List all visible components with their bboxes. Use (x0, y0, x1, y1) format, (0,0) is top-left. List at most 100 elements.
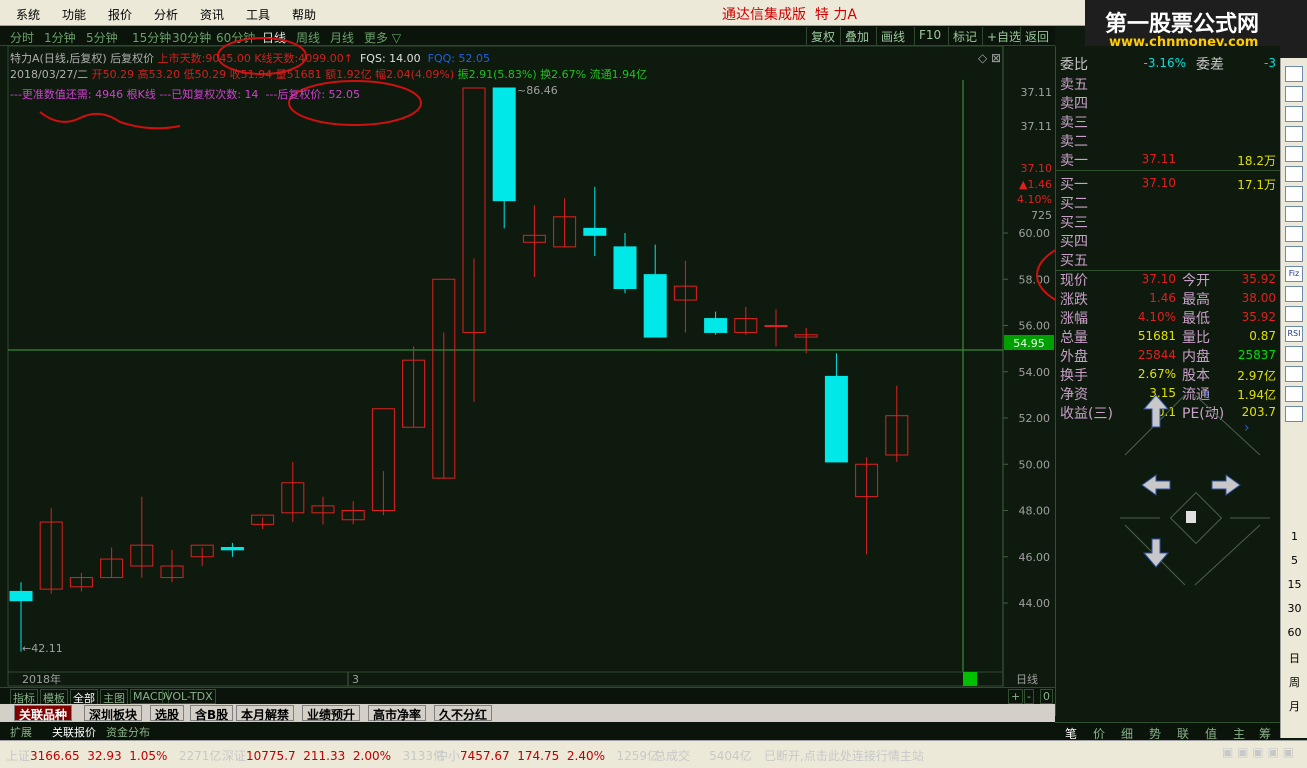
f5-icon[interactable] (1285, 386, 1303, 402)
right-label-2: 37.11 (1021, 120, 1053, 133)
menu-function[interactable]: 功能 (62, 6, 86, 23)
chart-icon[interactable] (1285, 66, 1303, 82)
sell-price[interactable]: 37.11 (1126, 152, 1176, 166)
back-button[interactable]: 返回 (1020, 27, 1053, 45)
wave-icon[interactable] (1285, 366, 1303, 382)
candle (311, 496, 335, 525)
period-shortcut[interactable]: 15 (1281, 578, 1307, 591)
candle-icon[interactable] (1285, 106, 1303, 122)
status-bar: 上证3166.65 32.93 1.05% 2271亿 深证10775.7 21… (0, 740, 1307, 768)
add-favorite-button[interactable]: +自选 (982, 27, 1025, 45)
sz-index[interactable]: 深证10775.7 211.33 2.00% 3133亿 (222, 747, 445, 764)
period-monthly[interactable]: 月线 (330, 29, 354, 46)
right-label-change: ▲1.46 (1019, 178, 1052, 191)
percent-icon[interactable] (1285, 346, 1303, 362)
candle-body (673, 285, 697, 301)
menu-analysis[interactable]: 分析 (154, 6, 178, 23)
y-tick-label: 52.00 (1019, 412, 1051, 425)
fin-icon[interactable] (1285, 226, 1303, 242)
menu-info[interactable]: 资讯 (200, 6, 224, 23)
candle-body (824, 375, 848, 463)
tab-vol[interactable]: VOL-TDX (162, 689, 216, 704)
period-shortcut[interactable]: 日 (1281, 650, 1307, 666)
candle (553, 198, 577, 248)
period-shortcut[interactable]: 周 (1281, 674, 1307, 690)
tab-related[interactable]: 关联品种 (14, 705, 73, 722)
buy-price[interactable]: 37.10 (1126, 176, 1176, 190)
stat-label: 涨跌 (1060, 292, 1088, 308)
period-daily[interactable]: 日线 (262, 29, 286, 46)
f_s-icon[interactable] (1285, 286, 1303, 302)
left-arrow-icon[interactable] (1141, 474, 1171, 496)
stat-label: 量比 (1182, 330, 1210, 346)
list-icon[interactable] (1285, 186, 1303, 202)
candle (100, 547, 124, 579)
draw-button[interactable]: 画线 (876, 27, 909, 45)
status-icons[interactable]: ▣ ▣ ▣ ▣ ▣ (1222, 745, 1294, 759)
right-arrow-icon[interactable] (1211, 474, 1241, 496)
menu-quote[interactable]: 报价 (108, 6, 132, 23)
tab-sz-sector[interactable]: 深圳板块 (84, 705, 143, 722)
down-arrow-icon[interactable] (1142, 538, 1170, 568)
tab-fund-flow[interactable]: 资金分布 (106, 724, 150, 740)
stat-value: 2.67% (1137, 367, 1176, 381)
candle (643, 244, 667, 338)
tab-unlock[interactable]: 本月解禁 (236, 705, 295, 722)
tab-extend[interactable]: 扩展 (10, 724, 32, 740)
mark-button[interactable]: 标记 (948, 27, 981, 45)
right-label-725: 725 (1031, 209, 1052, 222)
rsi-icon[interactable]: RSI (1285, 326, 1303, 342)
zoom-out-button[interactable]: - (1024, 689, 1034, 704)
bar-icon[interactable] (1285, 86, 1303, 102)
circle-icon[interactable] (1285, 306, 1303, 322)
center-icon[interactable] (1186, 511, 1196, 523)
period-5min[interactable]: 5分钟 (86, 29, 118, 46)
period-shortcut[interactable]: 60 (1281, 626, 1307, 639)
trend-icon[interactable] (1285, 146, 1303, 162)
up-arrow-icon[interactable] (1142, 395, 1170, 428)
period-15min[interactable]: 15分钟 (132, 29, 171, 46)
connection-status[interactable]: 已断开,点击此处连接行情主站 (764, 747, 924, 764)
f10-button[interactable]: F10 (914, 27, 945, 45)
tab-stock-pick[interactable]: 选股 (150, 705, 185, 722)
period-shortcut[interactable]: 30 (1281, 602, 1307, 615)
period-weekly[interactable]: 周线 (296, 29, 320, 46)
reset-button[interactable]: 0 (1040, 689, 1053, 704)
candle-body (885, 415, 909, 456)
zx-index[interactable]: 中小7457.67 174.75 2.40% 1259亿 (436, 747, 659, 764)
tab-related-quote[interactable]: 关联报价 (52, 724, 96, 740)
tab-earnings[interactable]: 业绩预升 (302, 705, 361, 722)
candle (251, 514, 275, 529)
candle (190, 544, 214, 566)
tick-icon[interactable] (1285, 126, 1303, 142)
f10-icon[interactable] (1285, 246, 1303, 262)
menu-system[interactable]: 系统 (16, 6, 40, 23)
candle-body (100, 558, 124, 579)
fiz-icon[interactable]: Fiz (1285, 266, 1303, 282)
box-icon[interactable] (1285, 406, 1303, 422)
stat-value: 38.00 (1241, 291, 1276, 305)
tab-high-pb[interactable]: 高市净率 (368, 705, 427, 722)
tab-b-share[interactable]: 含B股 (190, 705, 234, 722)
sell-label: 卖四 (1060, 96, 1088, 112)
period-shortcut[interactable]: 1 (1281, 530, 1307, 543)
period-more[interactable]: 更多 ▽ (364, 29, 401, 46)
period-shortcut[interactable]: 月 (1281, 698, 1307, 714)
period-intraday[interactable]: 分时 (10, 29, 34, 46)
adjust-button[interactable]: 复权 (806, 27, 839, 45)
detail-icon[interactable] (1285, 166, 1303, 182)
news-icon[interactable] (1285, 206, 1303, 222)
period-60min[interactable]: 60分钟 (216, 29, 255, 46)
y-tick-label: 46.00 (1019, 551, 1051, 564)
period-1min[interactable]: 1分钟 (44, 29, 76, 46)
tab-no-dividend[interactable]: 久不分红 (434, 705, 493, 722)
period-30min[interactable]: 30分钟 (172, 29, 211, 46)
zoom-in-button[interactable]: + (1008, 689, 1024, 704)
menu-tools[interactable]: 工具 (246, 6, 270, 23)
stat-label: 最高 (1182, 292, 1210, 308)
candle-body (553, 216, 577, 248)
sh-index[interactable]: 上证3166.65 32.93 1.05% 2271亿 (6, 747, 221, 764)
menu-help[interactable]: 帮助 (292, 6, 316, 23)
period-shortcut[interactable]: 5 (1281, 554, 1307, 567)
overlay-button[interactable]: 叠加 (840, 27, 873, 45)
